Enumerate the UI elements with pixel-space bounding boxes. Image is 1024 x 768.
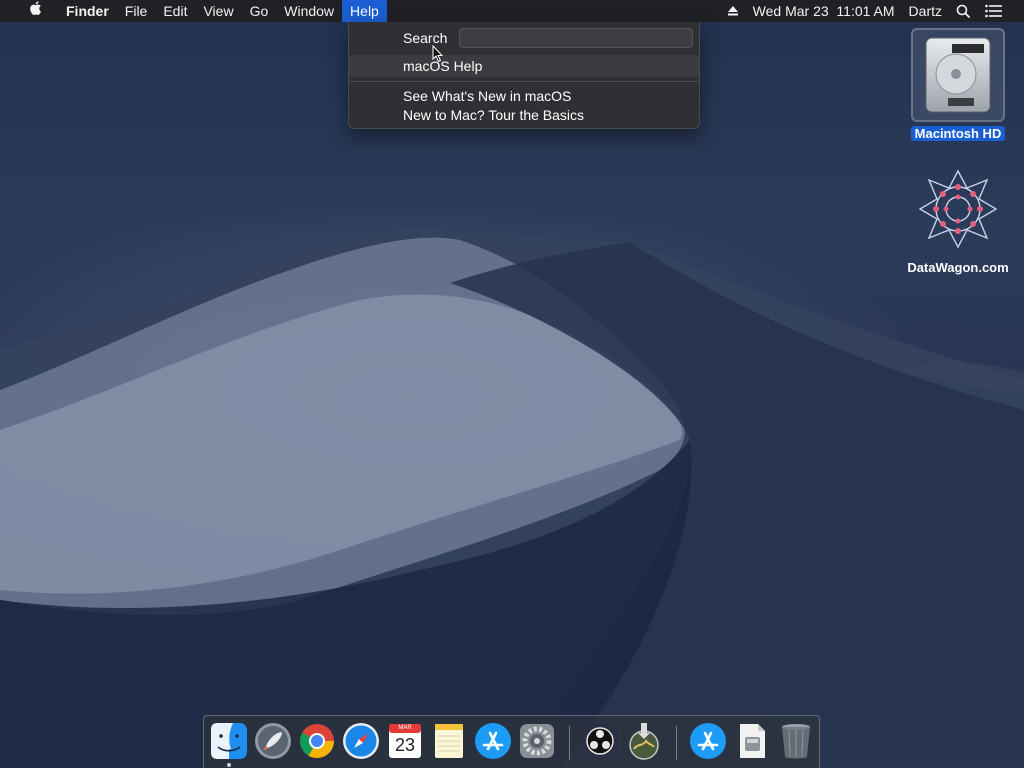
document-file-icon bbox=[740, 724, 765, 758]
app-store-downloads-icon bbox=[690, 723, 726, 759]
help-menu-item-macos-help[interactable]: macOS Help bbox=[349, 55, 699, 77]
help-menu-dropdown: Search macOS Help See What's New in macO… bbox=[348, 22, 700, 129]
dock-separator bbox=[676, 726, 677, 760]
dock-item-obs[interactable] bbox=[580, 721, 620, 761]
dock-item-launchpad[interactable] bbox=[253, 721, 293, 761]
apple-menu[interactable] bbox=[12, 0, 58, 22]
help-search-label: Search bbox=[403, 30, 448, 46]
notes-icon bbox=[435, 724, 463, 758]
dock-item-calendar[interactable]: MAR 23 bbox=[385, 721, 425, 761]
running-indicator bbox=[227, 763, 231, 767]
desktop-icon-macintosh-hd[interactable]: Macintosh HD bbox=[903, 28, 1013, 141]
menu-file[interactable]: File bbox=[117, 0, 156, 22]
menu-bar: Finder File Edit View Go Window Help Wed… bbox=[0, 0, 1024, 22]
chrome-icon bbox=[300, 724, 334, 758]
menu-edit[interactable]: Edit bbox=[155, 0, 195, 22]
desktop-icon-label: DataWagon.com bbox=[907, 260, 1009, 275]
menu-item-label: New to Mac? Tour the Basics bbox=[403, 107, 585, 123]
dock-item-app-store[interactable] bbox=[473, 721, 513, 761]
dock-item-system-preferences[interactable] bbox=[517, 721, 557, 761]
eject-menu-extra[interactable] bbox=[720, 0, 746, 22]
system-preferences-gear-icon bbox=[520, 724, 554, 758]
datawagon-logo-icon bbox=[913, 168, 1003, 250]
help-menu-item-tour-basics[interactable]: New to Mac? Tour the Basics bbox=[349, 105, 699, 125]
notification-center-button[interactable] bbox=[978, 0, 1010, 22]
dock-separator bbox=[569, 726, 570, 760]
calendar-day: 23 bbox=[394, 735, 416, 755]
dock: MAR 23 bbox=[203, 715, 820, 768]
app-store-icon bbox=[475, 723, 511, 759]
menu-help[interactable]: Help bbox=[342, 0, 387, 22]
menu-app-finder[interactable]: Finder bbox=[58, 0, 117, 22]
dock-item-trash[interactable] bbox=[776, 721, 816, 761]
launchpad-rocket-icon bbox=[255, 723, 291, 759]
eject-icon bbox=[727, 6, 738, 16]
dock-item-notes[interactable] bbox=[429, 721, 469, 761]
mouse-cursor-icon bbox=[432, 45, 444, 63]
menu-window[interactable]: Window bbox=[276, 0, 342, 22]
menu-separator bbox=[349, 81, 699, 82]
menu-clock[interactable]: Wed Mar 23 11:01 AM bbox=[746, 0, 902, 22]
spotlight-button[interactable] bbox=[949, 0, 978, 22]
safari-compass-icon bbox=[343, 723, 379, 759]
help-menu-item-whats-new[interactable]: See What's New in macOS bbox=[349, 86, 699, 106]
apple-icon bbox=[30, 1, 41, 15]
finder-icon bbox=[211, 723, 247, 759]
desktop-icon-label: Macintosh HD bbox=[910, 126, 1006, 141]
menu-view[interactable]: View bbox=[195, 0, 241, 22]
menu-go[interactable]: Go bbox=[242, 0, 277, 22]
help-search-row: Search bbox=[349, 26, 699, 50]
hard-drive-icon bbox=[911, 28, 1005, 122]
obs-icon bbox=[583, 724, 617, 758]
desktop-icon-datawagon[interactable]: DataWagon.com bbox=[903, 168, 1013, 275]
dock-item-safari[interactable] bbox=[341, 721, 381, 761]
dock-item-document[interactable] bbox=[732, 721, 772, 761]
menu-user[interactable]: Dartz bbox=[902, 0, 949, 22]
dock-item-chrome[interactable] bbox=[297, 721, 337, 761]
help-search-input[interactable] bbox=[459, 28, 693, 48]
dock-item-finder[interactable] bbox=[209, 721, 249, 761]
installer-icon bbox=[629, 723, 659, 760]
dock-item-installer[interactable] bbox=[624, 721, 664, 761]
menu-item-label: See What's New in macOS bbox=[403, 88, 572, 104]
trash-icon bbox=[782, 724, 810, 759]
notification-center-icon bbox=[985, 4, 1002, 18]
spotlight-icon bbox=[956, 4, 971, 18]
dock-item-app-store-downloads[interactable] bbox=[688, 721, 728, 761]
calendar-month: MAR bbox=[398, 725, 412, 731]
